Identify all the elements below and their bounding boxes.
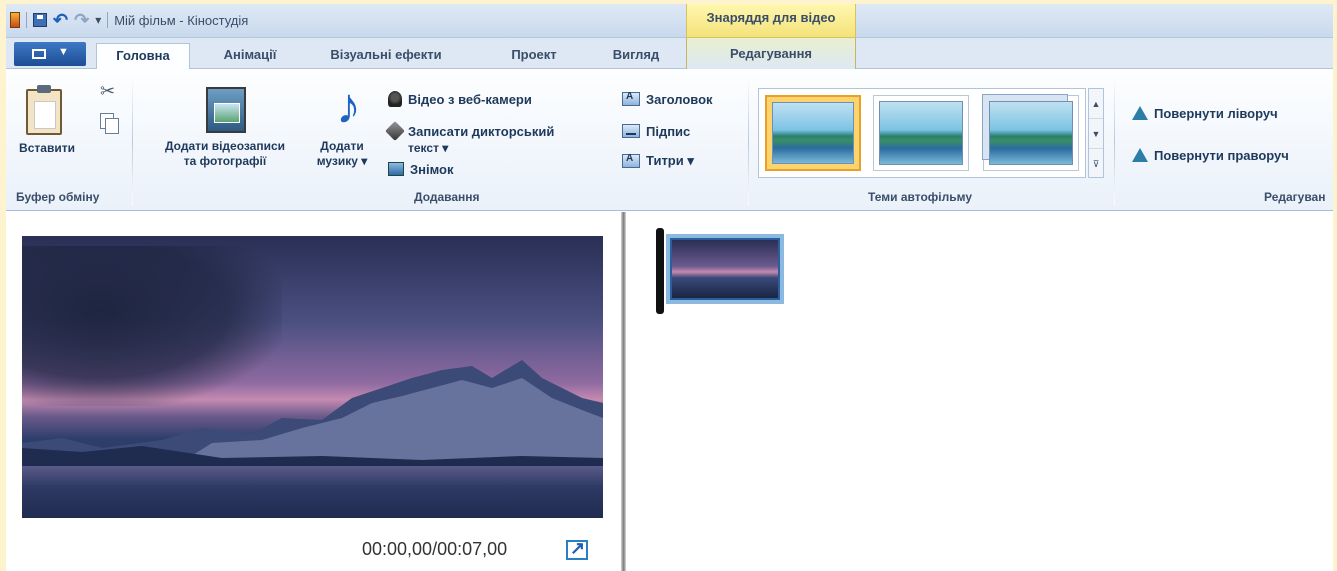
add-videos-photos-icon[interactable] (206, 87, 246, 133)
snapshot-label: Знімок (410, 161, 454, 177)
group-divider (1114, 77, 1115, 205)
caption-label: Підпис (646, 123, 691, 139)
scroll-down-icon[interactable]: ▼ (1089, 119, 1103, 149)
add-music-button[interactable]: Додати музику ▾ (310, 139, 374, 169)
rotate-left-label: Повернути ліворуч (1154, 105, 1278, 121)
rotate-left-icon (1130, 106, 1148, 120)
add-music-label-line2: музику ▾ (316, 154, 368, 168)
file-menu-button[interactable]: ▼ (14, 42, 86, 66)
save-icon[interactable] (33, 13, 47, 27)
gallery-more-icon[interactable]: ⊽ (1089, 149, 1103, 179)
clip-thumbnail (672, 240, 778, 298)
theme-default-thumbnail[interactable] (765, 95, 861, 171)
rotate-right-button[interactable]: Повернути праворуч (1130, 145, 1289, 165)
add-title-button[interactable]: Заголовок (622, 89, 713, 109)
undo-icon[interactable]: ↶ (53, 11, 68, 29)
qat-separator (26, 12, 27, 28)
tab-animations[interactable]: Анімації (204, 43, 296, 69)
expand-preview-icon[interactable] (566, 538, 588, 560)
mountain-silhouette (22, 360, 603, 468)
add-media-label-line1: Додати відеозаписи (164, 139, 286, 153)
editing-group-label: Редагуван (1264, 190, 1326, 204)
gallery-scrollbar[interactable]: ▲ ▼ ⊽ (1088, 88, 1104, 178)
theme-cinematic-thumbnail[interactable] (983, 95, 1079, 171)
narration-label-line1: Записати дикторський (408, 123, 555, 139)
add-credits-button[interactable]: Титри ▾ (622, 151, 694, 171)
webcam-icon (388, 91, 402, 107)
record-narration-dropdown[interactable]: текст ▾ (408, 138, 448, 158)
credits-icon (622, 153, 640, 168)
tab-edit[interactable]: Редагування (686, 38, 856, 69)
qat-separator (107, 12, 109, 28)
scroll-up-icon[interactable]: ▲ (1089, 89, 1103, 119)
ribbon-tabs: ▼ Головна Анімації Візуальні ефекти Прое… (6, 38, 1333, 70)
group-divider (132, 77, 133, 205)
theme-gallery (758, 88, 1086, 178)
qat-dropdown-icon[interactable]: ▾ (95, 13, 101, 27)
title-label: Заголовок (646, 91, 713, 107)
quick-access-toolbar: ↶ ↷ ▾ Мій фільм - Кіностудія (10, 10, 248, 30)
window-title: Мій фільм - Кіностудія (114, 12, 249, 28)
tab-home[interactable]: Головна (96, 43, 190, 70)
paste-icon[interactable] (26, 85, 62, 135)
webcam-label: Відео з веб-камери (408, 91, 532, 107)
clipboard-group-label: Буфер обміну (16, 190, 100, 204)
add-media-label-line2: та фотографії (183, 154, 267, 168)
title-bar: ↶ ↷ ▾ Мій фільм - Кіностудія Знаряддя дл… (6, 4, 1333, 38)
snapshot-icon (388, 162, 404, 176)
paste-button[interactable]: Вставити (14, 141, 80, 156)
tab-project[interactable]: Проект (494, 43, 574, 69)
app-icon[interactable] (10, 12, 20, 28)
caption-icon (622, 124, 640, 138)
chevron-down-icon: ▼ (58, 46, 69, 58)
video-preview[interactable] (22, 236, 603, 518)
rotate-right-icon (1130, 148, 1148, 162)
storyboard-clip[interactable] (666, 234, 784, 304)
add-music-label-line1: Додати (320, 139, 364, 153)
timecode: 00:00,00/00:07,00 (362, 539, 508, 559)
rotate-left-button[interactable]: Повернути ліворуч (1130, 103, 1278, 123)
storyboard-pane (626, 212, 1333, 571)
redo-icon[interactable]: ↷ (74, 11, 89, 29)
tab-visual-effects[interactable]: Візуальні ефекти (311, 43, 461, 69)
rotate-right-label: Повернути праворуч (1154, 147, 1289, 163)
movie-maker-window: ↶ ↷ ▾ Мій фільм - Кіностудія Знаряддя дл… (6, 4, 1333, 571)
copy-icon[interactable] (100, 113, 119, 134)
music-note-icon[interactable]: ♪ (336, 81, 361, 131)
add-caption-button[interactable]: Підпис (622, 121, 690, 141)
ribbon: Вставити ✂ Буфер обміну Додати відеозапи… (6, 69, 1333, 211)
theme-contemporary-thumbnail[interactable] (873, 95, 969, 171)
snapshot-button[interactable]: Знімок (388, 159, 454, 179)
cut-icon[interactable]: ✂ (100, 81, 115, 102)
video-tools-header: Знаряддя для відео (686, 4, 856, 38)
file-menu-icon (32, 49, 46, 59)
credits-label: Титри ▾ (646, 153, 694, 168)
microphone-icon (385, 121, 405, 141)
playhead-cursor[interactable] (656, 228, 664, 314)
add-videos-photos-button[interactable]: Додати відеозаписи та фотографії (142, 139, 308, 169)
tab-view[interactable]: Вигляд (601, 43, 671, 69)
webcam-video-button[interactable]: Відео з веб-камери (388, 89, 532, 109)
preview-pane: 00:00,00/00:07,00 (6, 212, 621, 571)
title-icon (622, 91, 640, 106)
add-group-label: Додавання (414, 190, 480, 204)
group-divider (748, 77, 749, 205)
themes-group-label: Теми автофільму (868, 190, 973, 204)
